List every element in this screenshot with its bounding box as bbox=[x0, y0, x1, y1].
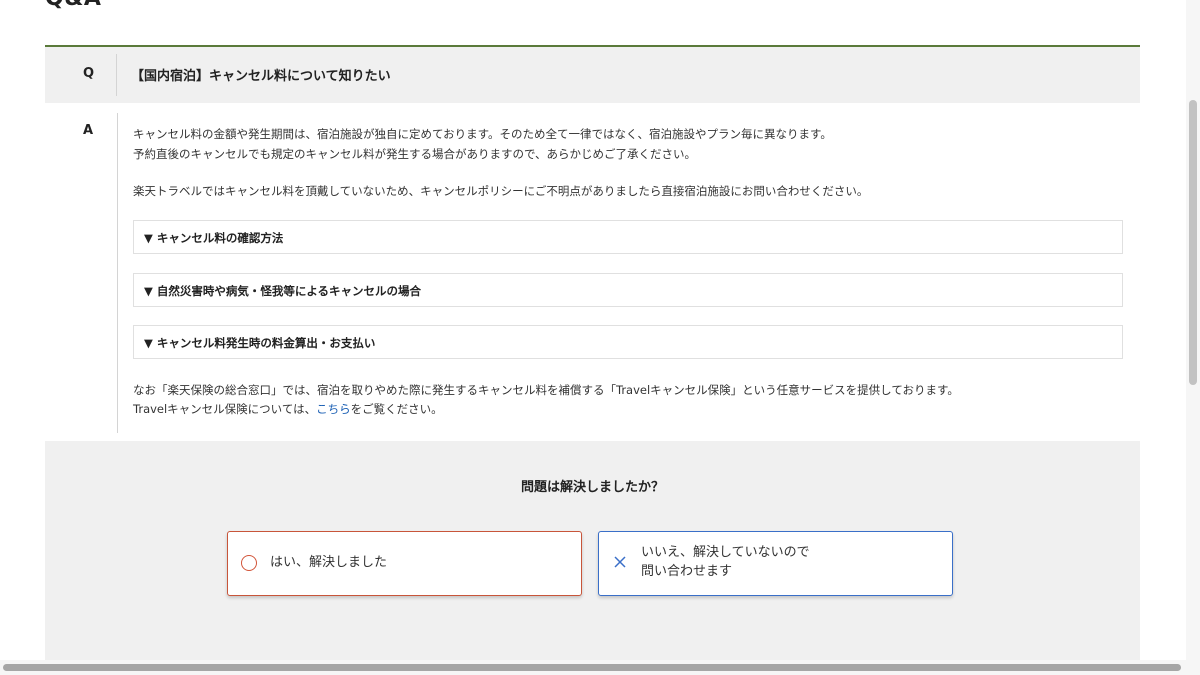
feedback-panel: 問題は解決しましたか？ はい、解決しました いいえ、解決していないので 問い合わ… bbox=[45, 441, 1140, 675]
resolved-no-button[interactable]: いいえ、解決していないので 問い合わせます bbox=[598, 531, 953, 596]
insurance-link-prefix: Travelキャンセル保険については、 bbox=[133, 402, 317, 416]
circle-icon bbox=[241, 555, 257, 571]
x-icon bbox=[614, 556, 626, 568]
answer-line-3: 楽天トラベルではキャンセル料を頂戴していないため、キャンセルポリシーにご不明点が… bbox=[133, 184, 869, 198]
vertical-scrollbar-thumb[interactable] bbox=[1189, 100, 1197, 385]
accordion-label: ▼ キャンセル料発生時の料金算出・お支払い bbox=[144, 336, 376, 350]
horizontal-scrollbar-thumb[interactable] bbox=[3, 664, 1181, 671]
question-mark: Q bbox=[83, 66, 95, 81]
yes-label: はい、解決しました bbox=[270, 555, 388, 570]
accordion-cancel-fee-check[interactable]: ▼ キャンセル料の確認方法 bbox=[133, 220, 1123, 254]
horizontal-scrollbar[interactable] bbox=[0, 660, 1200, 675]
insurance-link-line: Travelキャンセル保険については、こちらをご覧ください。 bbox=[133, 401, 443, 417]
answer-divider bbox=[117, 113, 118, 433]
feedback-question: 問題は解決しましたか？ bbox=[520, 480, 664, 495]
question-row: Q 【国内宿泊】キャンセル料について知りたい bbox=[45, 47, 1140, 103]
no-label-line-2: 問い合わせます bbox=[641, 564, 733, 579]
insurance-link-suffix: をご覧ください。 bbox=[350, 402, 443, 416]
resolved-yes-button[interactable]: はい、解決しました bbox=[227, 531, 582, 596]
accordion-label: ▼ 自然災害時や病気・怪我等によるキャンセルの場合 bbox=[144, 284, 421, 298]
insurance-link[interactable]: こちら bbox=[316, 402, 351, 416]
accordion-disaster-illness[interactable]: ▼ 自然災害時や病気・怪我等によるキャンセルの場合 bbox=[133, 273, 1123, 307]
page-title: Q&A bbox=[45, 0, 101, 11]
question-text: 【国内宿泊】キャンセル料について知りたい bbox=[131, 69, 391, 84]
answer-line-2: 予約直後のキャンセルでも規定のキャンセル料が発生する場合がありますので、あらかじ… bbox=[133, 147, 697, 161]
answer-mark: A bbox=[83, 123, 94, 138]
question-divider bbox=[116, 54, 117, 96]
answer-line-1: キャンセル料の金額や発生期間は、宿泊施設が独自に定めております。そのため全て一律… bbox=[133, 127, 832, 141]
vertical-scrollbar[interactable] bbox=[1186, 0, 1200, 660]
no-label-line-1: いいえ、解決していないので bbox=[641, 545, 810, 560]
accordion-fee-payment[interactable]: ▼ キャンセル料発生時の料金算出・お支払い bbox=[133, 325, 1123, 359]
insurance-note: なお「楽天保険の総合窓口」では、宿泊を取りやめた際に発生するキャンセル料を補償す… bbox=[133, 383, 959, 397]
accordion-label: ▼ キャンセル料の確認方法 bbox=[144, 231, 284, 245]
